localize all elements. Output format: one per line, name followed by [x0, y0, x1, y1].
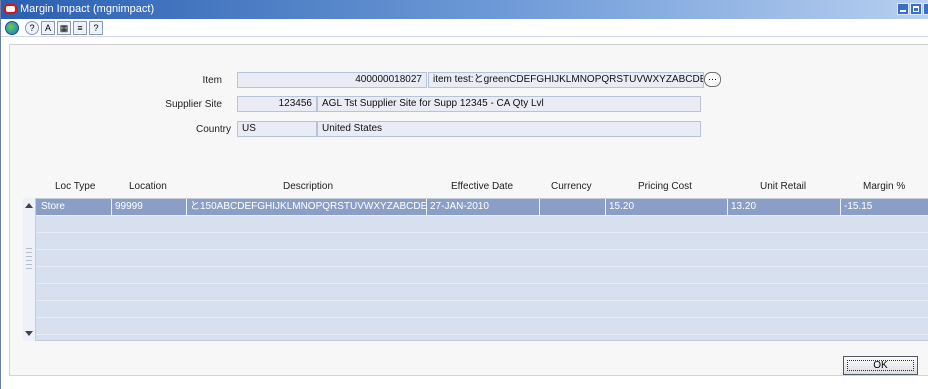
window-title: Margin Impact	[20, 3, 90, 15]
cell-pricing-cost: 15.20	[606, 199, 728, 216]
close-icon[interactable]	[923, 3, 928, 15]
country-label: Country	[195, 124, 231, 135]
country-name-field: United States	[317, 121, 701, 137]
notes-icon[interactable]: ≡	[73, 21, 87, 35]
help-icon[interactable]: ?	[25, 21, 39, 35]
scroll-down-icon[interactable]	[25, 331, 33, 336]
item-id-field[interactable]: 400000018027	[237, 72, 427, 88]
header-currency[interactable]: Currency	[551, 181, 592, 192]
supplier-site-name-field: AGL Tst Supplier Site for Supp 12345 - C…	[317, 96, 701, 112]
header-pricing-cost[interactable]: Pricing Cost	[638, 181, 692, 192]
cell-currency	[540, 199, 606, 216]
cell-location: 99999	[112, 199, 187, 216]
results-table: Store 99999 と150ABCDEFGHIJKLMNOPQRSTUVWX…	[23, 198, 928, 341]
table-row[interactable]	[24, 216, 928, 233]
table-row[interactable]: Store 99999 と150ABCDEFGHIJKLMNOPQRSTUVWX…	[24, 199, 928, 216]
globe-icon[interactable]	[5, 21, 19, 35]
table-row[interactable]	[24, 267, 928, 284]
table-row[interactable]	[24, 250, 928, 267]
header-loc-type[interactable]: Loc Type	[55, 181, 95, 192]
minimize-icon[interactable]	[897, 3, 909, 15]
table-row[interactable]	[24, 301, 928, 318]
table-row[interactable]	[24, 284, 928, 301]
scroll-up-icon[interactable]	[25, 203, 33, 208]
ok-button[interactable]: OK	[843, 356, 918, 375]
supplier-site-id-field[interactable]: 123456	[237, 96, 317, 112]
cell-margin-pct: -15.15	[841, 199, 928, 216]
title-bar: Margin Impact (mgnimpact)	[1, 0, 928, 19]
country-code-field[interactable]: US	[237, 121, 317, 137]
cell-loc-type: Store	[38, 199, 112, 216]
margin-impact-window: Margin Impact (mgnimpact) ? A ▦ ≡ ? Item…	[0, 0, 928, 389]
cell-description: と150ABCDEFGHIJKLMNOPQRSTUVWXYZABCDEF	[187, 199, 427, 216]
table-row[interactable]	[24, 318, 928, 335]
header-margin-pct[interactable]: Margin %	[863, 181, 905, 192]
toolbar: ? A ▦ ≡ ?	[1, 19, 928, 37]
supplier-site-label: Supplier Site	[165, 99, 222, 110]
app-icon	[4, 4, 17, 14]
header-unit-retail[interactable]: Unit Retail	[760, 181, 806, 192]
cell-effective-date: 27-JAN-2010	[427, 199, 540, 216]
item-lookup-icon[interactable]: ⋯	[704, 72, 721, 87]
item-label: Item	[202, 75, 222, 86]
help-question-icon[interactable]: ?	[89, 21, 103, 35]
item-description-field: item test:とgreenCDEFGHIJKLMNOPQRSTUVWXYZ…	[428, 72, 704, 88]
header-description[interactable]: Description	[283, 181, 333, 192]
table-row[interactable]	[24, 233, 928, 250]
header-location[interactable]: Location	[129, 181, 167, 192]
text-icon[interactable]: A	[41, 21, 55, 35]
header-effective-date[interactable]: Effective Date	[451, 181, 513, 192]
vertical-scrollbar[interactable]	[23, 198, 36, 341]
calendar-icon[interactable]: ▦	[57, 21, 71, 35]
cell-unit-retail: 13.20	[728, 199, 841, 216]
maximize-icon[interactable]	[910, 3, 922, 15]
window-subtitle: (mgnimpact)	[93, 3, 155, 15]
scroll-grip-icon[interactable]	[26, 248, 32, 272]
